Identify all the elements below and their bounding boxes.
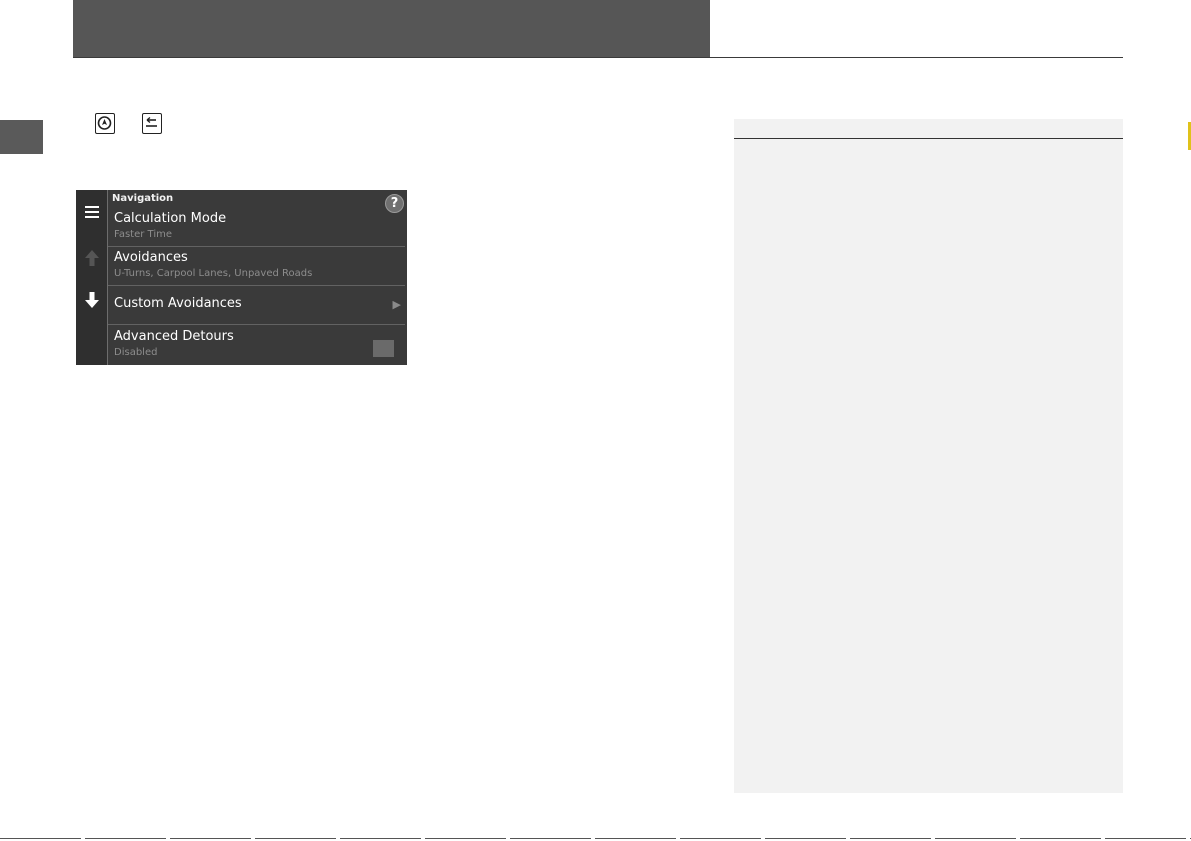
- setting-label: Avoidances: [114, 250, 188, 265]
- scroll-up-icon[interactable]: [85, 250, 99, 266]
- setting-value: U-Turns, Carpool Lanes, Unpaved Roads: [114, 268, 313, 279]
- advanced-detours-checkbox[interactable]: [373, 340, 394, 357]
- setting-label: Calculation Mode: [114, 211, 227, 226]
- scroll-down-icon[interactable]: [85, 292, 99, 308]
- navigation-settings-screen: Navigation ? Calculation Mode Faster Tim…: [76, 190, 407, 365]
- setting-value: Disabled: [114, 347, 158, 358]
- setting-label: Advanced Detours: [114, 329, 234, 344]
- back-button-icon: [142, 113, 162, 134]
- setting-row-custom-avoidances[interactable]: Custom Avoidances ▶: [108, 286, 405, 325]
- setting-value: Faster Time: [114, 229, 173, 240]
- setting-label: Custom Avoidances: [114, 296, 242, 311]
- screen-title: Navigation: [112, 193, 174, 204]
- menu-icon[interactable]: [85, 206, 99, 218]
- setting-row-advanced-detours[interactable]: Advanced Detours Disabled: [108, 325, 405, 363]
- page-bottom-guide: [0, 838, 1191, 839]
- note-panel: [734, 119, 1123, 793]
- chapter-tab: [0, 120, 43, 154]
- chevron-right-icon: ▶: [392, 298, 401, 311]
- navigation-button-icon: [95, 113, 115, 134]
- setting-row-calculation-mode[interactable]: Calculation Mode Faster Time: [108, 208, 405, 247]
- header-bar: [73, 0, 710, 57]
- header-rule: [73, 57, 1123, 58]
- note-panel-rule: [734, 138, 1123, 139]
- setting-row-avoidances[interactable]: Avoidances U-Turns, Carpool Lanes, Unpav…: [108, 247, 405, 286]
